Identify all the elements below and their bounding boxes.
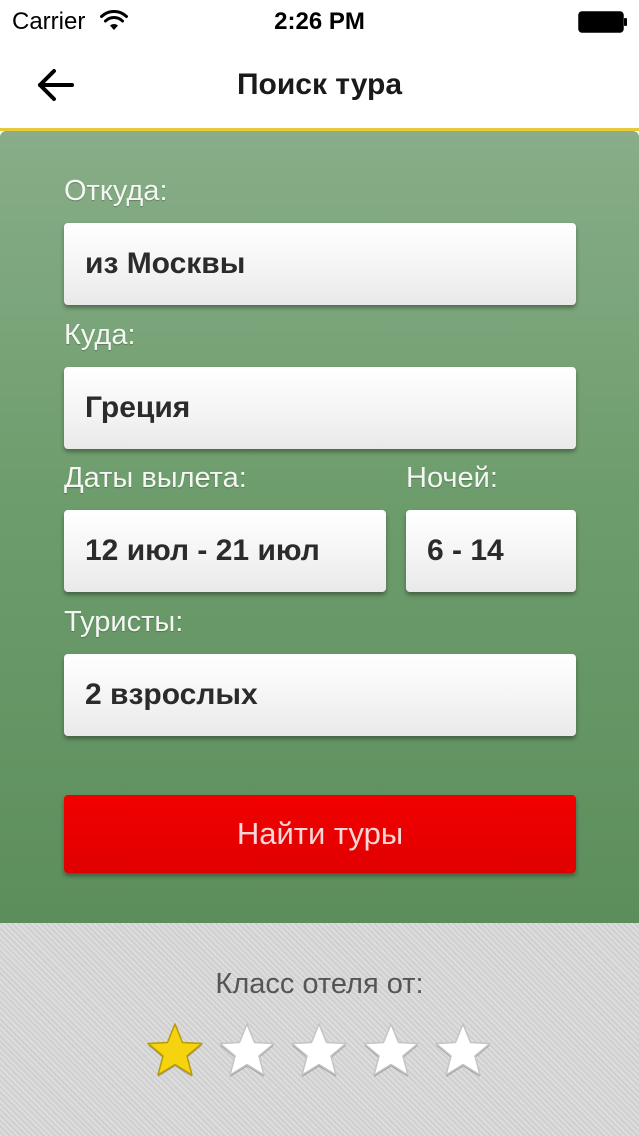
to-label: Куда:: [64, 319, 136, 351]
from-label: Откуда:: [64, 175, 168, 207]
battery-icon: [578, 11, 627, 33]
tourists-field[interactable]: 2 взрослых: [64, 654, 576, 736]
hotel-class-label: Класс отеля от:: [215, 968, 424, 1000]
tourists-label: Туристы:: [64, 606, 184, 638]
hotel-class-section: Класс отеля от:: [0, 923, 639, 1136]
tourists-value: 2 взрослых: [85, 678, 258, 711]
to-value: Греция: [85, 391, 191, 424]
nav-bar: Поиск тура: [0, 42, 639, 131]
nights-label: Ночей:: [406, 462, 498, 494]
dates-value: 12 июл - 21 июл: [85, 534, 320, 567]
dates-field[interactable]: 12 июл - 21 июл: [64, 510, 386, 592]
status-time: 2:26 PM: [274, 8, 365, 35]
screen: Carrier 2:26 PM Поиск тура Откуда: из Мо…: [0, 0, 639, 1136]
status-bar: Carrier 2:26 PM: [0, 0, 639, 42]
dates-label: Даты вылета:: [64, 462, 247, 494]
star-icon-2[interactable]: [217, 1021, 277, 1079]
star-icon-3[interactable]: [289, 1021, 349, 1079]
star-icon-1[interactable]: [145, 1021, 205, 1079]
star-icon-4[interactable]: [361, 1021, 421, 1079]
from-field[interactable]: из Москвы: [64, 223, 576, 305]
search-tours-button[interactable]: Найти туры: [64, 795, 576, 873]
from-value: из Москвы: [85, 247, 246, 280]
nights-field[interactable]: 6 - 14: [406, 510, 576, 592]
star-icon-5[interactable]: [433, 1021, 493, 1079]
page-title: Поиск тура: [236, 68, 403, 101]
nights-value: 6 - 14: [427, 534, 504, 567]
to-field[interactable]: Греция: [64, 367, 576, 449]
search-form: Откуда: из Москвы Куда: Греция Даты выле…: [0, 131, 639, 923]
hotel-class-rating: [145, 1021, 495, 1081]
